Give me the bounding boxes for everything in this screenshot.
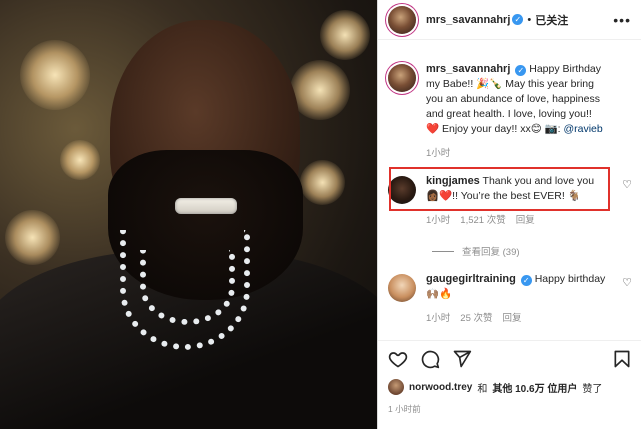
- comment-username[interactable]: gaugegirltraining: [426, 273, 516, 285]
- bokeh-light: [20, 40, 90, 110]
- following-button[interactable]: 已关注: [535, 12, 568, 28]
- post-header: mrs_savannahrj ✓ • 已关注 •••: [378, 0, 641, 40]
- bokeh-light: [290, 60, 350, 120]
- author-username[interactable]: mrs_savannahrj: [426, 14, 510, 26]
- reply-button[interactable]: 回复: [503, 310, 522, 324]
- caption-username[interactable]: mrs_savannahrj: [426, 63, 510, 75]
- bokeh-light: [320, 10, 370, 60]
- highlight-box: [389, 167, 610, 211]
- verified-icon: ✓: [515, 65, 527, 76]
- post-timestamp[interactable]: 1 小时前: [388, 403, 632, 415]
- action-icons: [388, 349, 632, 369]
- caption-time: 1小时: [426, 148, 451, 159]
- mention-link[interactable]: @ravieb: [563, 123, 602, 135]
- verified-icon: ✓: [512, 14, 524, 25]
- post-photo[interactable]: [0, 0, 377, 429]
- bokeh-light: [60, 140, 100, 180]
- comment-time: 1小时: [426, 215, 451, 226]
- view-replies-button[interactable]: 查看回复 (39): [432, 244, 520, 258]
- likes-suffix: 赞了: [582, 383, 603, 395]
- comment-icon[interactable]: [420, 349, 440, 369]
- comment-likes[interactable]: 1,521 次赞: [460, 212, 505, 226]
- liker-username[interactable]: norwood.trey: [409, 382, 472, 393]
- likes-others-count[interactable]: 其他 10.6万 位用户: [492, 380, 577, 395]
- likes-connector: 和: [477, 383, 488, 395]
- caption-avatar[interactable]: [388, 64, 416, 92]
- comment-text: gaugegirltraining ✓ Happy birthday 🙌🏽🔥: [426, 272, 606, 302]
- comment-meta: 1小时 1,521 次赞 回复: [426, 212, 606, 226]
- heart-icon[interactable]: [388, 349, 408, 369]
- caption: mrs_savannahrj ✓ Happy Birthday my Babe!…: [388, 62, 632, 159]
- post-actions: norwood.trey 和 其他 10.6万 位用户 赞了 1 小时前: [378, 340, 641, 415]
- author-avatar[interactable]: [388, 5, 416, 34]
- caption-text: mrs_savannahrj ✓ Happy Birthday my Babe!…: [426, 62, 606, 137]
- bokeh-light: [300, 160, 345, 205]
- chain-necklace: [140, 250, 235, 325]
- comment-like-heart-icon[interactable]: ♡: [622, 276, 632, 289]
- more-icon[interactable]: •••: [613, 12, 631, 28]
- comment-meta: 1小时 25 次赞 回复: [426, 310, 606, 324]
- separator-dot: •: [527, 13, 532, 26]
- likes-summary: norwood.trey 和 其他 10.6万 位用户 赞了: [388, 379, 632, 395]
- liker-avatar[interactable]: [388, 379, 404, 395]
- share-icon[interactable]: [452, 349, 472, 369]
- comment-like-heart-icon[interactable]: ♡: [622, 178, 632, 191]
- grill-teeth: [175, 198, 237, 214]
- verified-icon: ✓: [520, 275, 532, 286]
- caption-meta: 1小时: [426, 145, 606, 159]
- replies-divider-line: [432, 250, 454, 252]
- comment-time: 1小时: [426, 313, 451, 324]
- view-replies-label: 查看回复 (39): [462, 247, 520, 258]
- comment-likes[interactable]: 25 次赞: [460, 310, 492, 324]
- bokeh-light: [5, 210, 60, 265]
- post-sidebar: mrs_savannahrj ✓ • 已关注 ••• mrs_savannahr…: [377, 0, 641, 429]
- reply-button[interactable]: 回复: [516, 212, 535, 226]
- comment-avatar[interactable]: [388, 274, 416, 302]
- bookmark-icon[interactable]: [612, 349, 632, 369]
- comment-item: gaugegirltraining ✓ Happy birthday 🙌🏽🔥 1…: [388, 272, 632, 324]
